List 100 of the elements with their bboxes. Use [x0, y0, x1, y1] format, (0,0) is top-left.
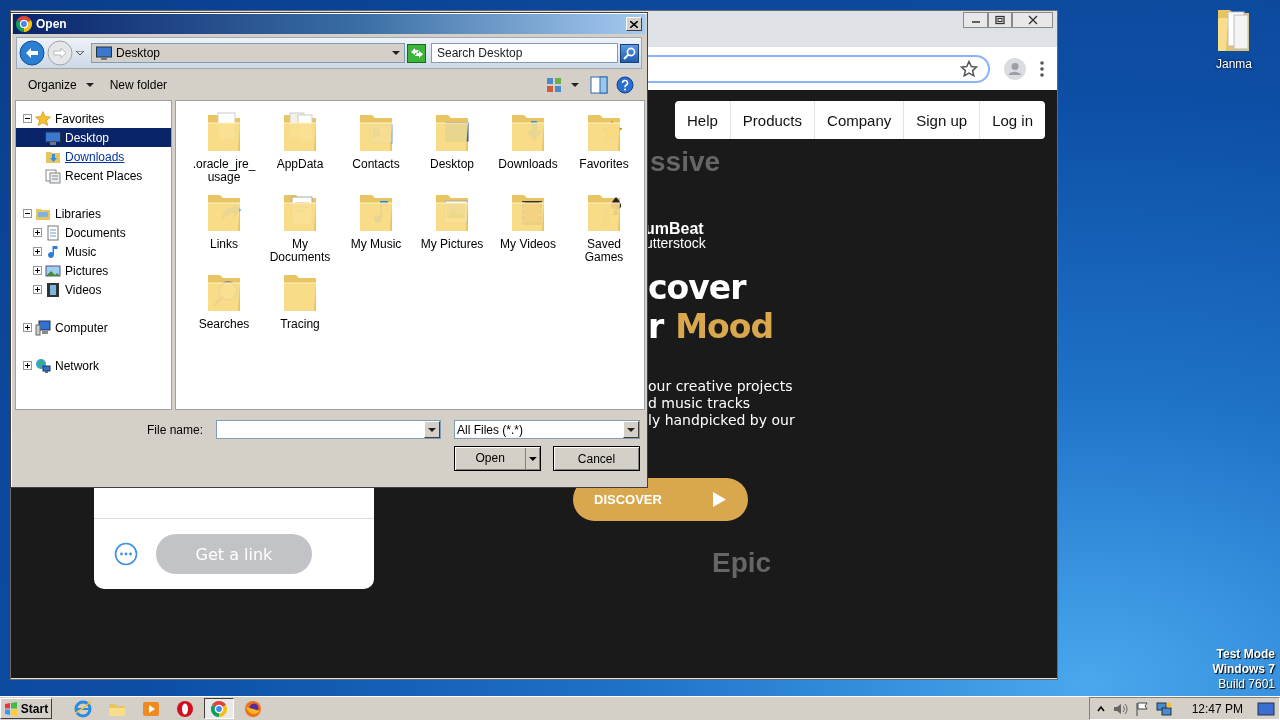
file-label[interactable]: My Videos — [495, 238, 561, 251]
restore-icon — [994, 15, 1006, 25]
close-button[interactable] — [1012, 12, 1053, 28]
minimize-button[interactable] — [963, 12, 988, 28]
file-label[interactable]: Searches — [191, 318, 257, 331]
cancel-button[interactable]: Cancel — [553, 446, 640, 471]
clock: 12:47 PM — [1191, 701, 1243, 716]
tree-item[interactable]: Music — [16, 242, 171, 261]
file-label[interactable]: AppData — [267, 158, 333, 171]
heading-accent: Mood — [675, 307, 774, 346]
file-label[interactable]: Contacts — [343, 158, 409, 171]
tree-item[interactable]: Favorites — [16, 109, 171, 128]
window-title: Open — [36, 17, 68, 31]
blurred-text: ssive — [650, 147, 721, 177]
monitor-icon — [96, 46, 112, 60]
tree-item[interactable]: Libraries — [16, 204, 171, 223]
avatar-icon[interactable] — [1004, 57, 1026, 80]
tree-item[interactable]: Recent Places — [16, 166, 171, 185]
nav-link[interactable]: Company — [814, 101, 904, 139]
expand-toggle[interactable] — [23, 114, 32, 123]
expand-toggle[interactable] — [23, 323, 32, 332]
tree-item[interactable]: Computer — [16, 318, 171, 337]
file-label[interactable]: Links — [191, 238, 257, 251]
open-button[interactable]: Open — [454, 446, 541, 471]
file-label[interactable]: Desktop — [419, 158, 485, 171]
file-name-label: File name: — [146, 422, 203, 437]
tree-item[interactable]: Videos — [16, 280, 171, 299]
file-label[interactable]: Favorites — [571, 158, 637, 171]
search-field[interactable]: Search Desktop — [431, 43, 618, 63]
taskbar-app[interactable] — [204, 698, 234, 719]
caret-icon — [392, 51, 400, 55]
menu-icon[interactable] — [1040, 60, 1044, 77]
new-folder-button[interactable]: New folder — [103, 74, 174, 95]
file-label[interactable]: My Pictures — [419, 238, 485, 251]
file-label[interactable]: Downloads — [495, 158, 561, 171]
file-label[interactable]: Tracing — [267, 318, 333, 331]
play-icon — [713, 492, 726, 507]
nav-link[interactable]: Products — [729, 101, 815, 139]
file-name-field[interactable] — [216, 420, 441, 439]
internet-explorer-icon — [74, 699, 92, 718]
search-button[interactable] — [620, 43, 639, 63]
preview-pane-button[interactable] — [588, 75, 610, 94]
picture-icon — [45, 262, 61, 279]
windows-logo-icon — [3, 701, 18, 716]
icon-label[interactable]: Janma — [1216, 57, 1252, 71]
monitor-icon — [45, 129, 61, 146]
file-label[interactable]: My Music — [343, 238, 409, 251]
nav-link[interactable]: Help — [675, 101, 730, 139]
firefox-icon — [244, 699, 262, 718]
tree-item[interactable]: Network — [16, 356, 171, 375]
blurred-text: Epic — [712, 548, 772, 578]
film-icon — [45, 281, 61, 298]
tree-item[interactable]: Desktop — [16, 128, 171, 147]
file-label[interactable]: My Documents — [267, 238, 333, 264]
network-icon[interactable] — [1155, 700, 1172, 717]
organize-menu[interactable]: Organize — [22, 74, 100, 95]
caret-icon — [428, 427, 436, 432]
help-button[interactable] — [614, 75, 636, 94]
more-options-icon[interactable] — [114, 542, 138, 566]
expand-toggle[interactable] — [23, 361, 32, 370]
close-icon — [1026, 15, 1039, 25]
os-notice: Test Mode — [1216, 647, 1275, 662]
nav-link[interactable]: Sign up — [903, 101, 980, 139]
refresh-button[interactable] — [407, 43, 426, 63]
location-bar[interactable]: Desktop — [91, 43, 405, 63]
music-note-icon — [45, 243, 61, 260]
recent-places-icon — [45, 167, 61, 184]
expand-toggle[interactable] — [33, 228, 42, 237]
document-icon — [45, 224, 61, 241]
expand-toggle[interactable] — [33, 285, 42, 294]
chrome-icon — [211, 700, 227, 717]
flag-icon[interactable] — [1133, 700, 1150, 717]
back-button[interactable] — [19, 40, 45, 66]
start-button[interactable]: Start — [0, 698, 52, 719]
computer-icon — [35, 319, 51, 336]
paragraph-line: ly handpicked by our — [648, 412, 795, 429]
file-type-dropdown[interactable]: All Files (*.*) — [454, 420, 640, 439]
tree-item[interactable]: Documents — [16, 223, 171, 242]
paragraph-line: d music tracks — [648, 395, 751, 412]
tree-item[interactable]: Downloads — [16, 147, 171, 166]
expand-toggle[interactable] — [33, 247, 42, 256]
heading: r — [648, 307, 664, 346]
star-icon[interactable] — [960, 59, 978, 78]
file-label[interactable]: .oracle_jre_usage — [191, 158, 257, 184]
expand-toggle[interactable] — [23, 209, 32, 218]
close-icon — [630, 20, 638, 28]
refresh-icon — [409, 47, 424, 59]
os-notice: Windows 7 — [1212, 662, 1275, 677]
caret-icon — [85, 82, 94, 87]
chevron-up-icon[interactable] — [1095, 703, 1106, 714]
show-desktop-icon[interactable] — [1257, 700, 1275, 717]
caret-icon — [627, 427, 635, 432]
nav-link[interactable]: Log in — [979, 101, 1045, 139]
expand-toggle[interactable] — [33, 266, 42, 275]
logo-text: utterstock — [645, 236, 706, 251]
search-icon — [623, 46, 636, 60]
restore-button[interactable] — [988, 12, 1012, 28]
heading: cover — [648, 268, 746, 307]
tree-item[interactable]: Pictures — [16, 261, 171, 280]
file-label[interactable]: Saved Games — [571, 238, 637, 264]
